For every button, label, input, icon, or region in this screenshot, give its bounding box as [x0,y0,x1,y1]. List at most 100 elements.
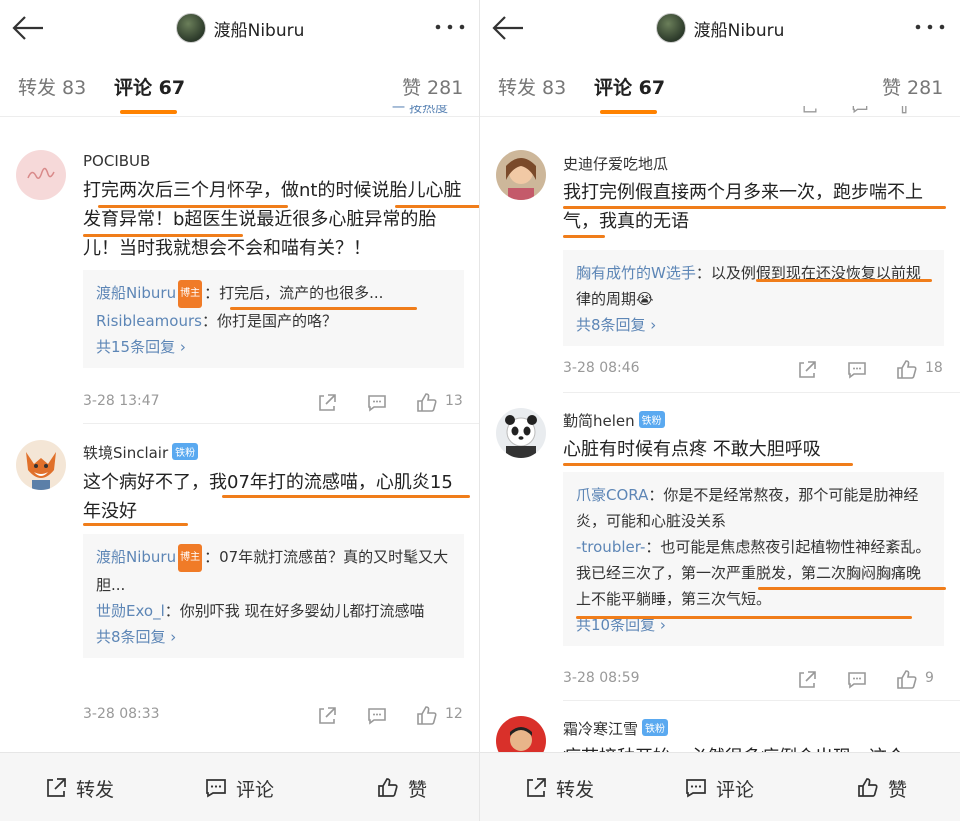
divider [563,392,960,393]
comment-username[interactable]: 史迪仔爱吃地瓜 [563,153,668,174]
reply-username[interactable]: 渡船Niburu [96,548,176,566]
repost-label: 转发 [556,778,595,801]
comment-icon[interactable] [365,391,389,415]
comment-username-text[interactable]: 轶境Sinclair [83,444,168,462]
tab-comments[interactable]: 评论 67 [594,73,665,100]
reply-username[interactable]: Risibleamours [96,312,202,330]
author-avatar[interactable] [655,13,686,43]
reply-box: 渡船Niburu 博主 ：07年就打流感苗？真的又时髦又大胆... 世勋Exo_l：… [83,534,464,658]
host-badge: 博主 [178,280,203,308]
reply-username[interactable]: 爪豪CORA [576,486,648,504]
avatar[interactable] [16,440,66,490]
author-avatar[interactable] [175,13,206,43]
like-count: 18 [925,360,943,376]
comment-time: 3-28 08:59 [563,670,640,686]
fan-badge: 铁粉 [638,411,665,428]
avatar[interactable] [16,150,66,200]
sort-toggle-partial[interactable]: 一 按热度 [392,105,448,117]
comment-label: 评论 [236,778,275,801]
tab-comments[interactable]: 评论 67 [114,73,185,100]
fan-badge: 铁粉 [172,443,199,460]
share-icon[interactable] [795,358,819,382]
share-icon [47,778,66,797]
like-count: 12 [445,706,463,722]
fan-badge: 铁粉 [642,719,669,736]
comment-username: 勤简helen 铁粉 [563,410,665,431]
panel-divider [479,0,480,821]
reply-box: 爪豪CORA：你是不是经常熬夜，那个可能是肋神经炎，可能和心脏没关系 -trou… [563,472,944,646]
avatar[interactable] [496,408,546,458]
comment-username[interactable]: POCIBUB [83,152,150,170]
repost-button[interactable]: 转发 [524,775,594,801]
more-dots-icon[interactable] [912,16,948,38]
reply-text: ：你打是国产的咯？ [201,312,337,330]
share-icon[interactable] [315,391,339,415]
reply-box: 胸有成竹的W选手：以及例假到现在还没恢复以前规律的周期😭 共8条回复 › [563,250,944,346]
like-icon[interactable] [895,358,919,382]
highlight-underline [98,205,288,208]
reply-text: ：你别吓我 现在好多婴幼儿都打流感喵 [164,602,425,620]
comment-icon[interactable] [845,668,869,692]
tab-repost[interactable]: 转发 83 [498,73,566,100]
reply-item: 胸有成竹的W选手：以及例假到现在还没恢复以前规律的周期😭 [576,260,932,312]
comment-time: 3-28 13:47 [83,393,160,409]
reply-item: -troubler-：也可能是焦虑熬夜引起植物性神经紊乱。我已经三次了，第一次严… [576,534,932,612]
like-icon[interactable] [415,704,439,728]
comment-username-text[interactable]: 勤简helen [563,412,635,430]
author-name[interactable]: 渡船Niburu [214,16,305,41]
comment-icon [206,779,226,798]
like-button[interactable]: 赞 [376,775,427,801]
more-dots-icon[interactable] [432,16,468,38]
tab-bar: 转发 83 评论 67 赞 281 一 按热度 [0,57,480,117]
comment-username: 霜冷寒江雪 铁粉 [563,718,669,739]
like-count: 9 [925,670,934,686]
more-replies-link[interactable]: 共15条回复 › [96,334,452,360]
tab-likes[interactable]: 赞 281 [402,73,463,100]
more-replies-link[interactable]: 共8条回复 › [96,624,452,650]
highlight-underline [756,279,932,282]
reply-username[interactable]: 渡船Niburu [96,284,176,302]
reply-box: 渡船Niburu 博主 ：打完后，流产的也很多... Risibleamours：你… [83,270,464,368]
share-icon[interactable] [315,704,339,728]
bottom-action-bar: 转发 评论 赞 [0,752,480,821]
comment-time: 3-28 08:33 [83,706,160,722]
highlight-underline [222,495,470,498]
highlight-underline [395,205,480,208]
comment-icon[interactable] [845,358,869,382]
like-icon [858,778,878,797]
comment-icon [686,779,706,798]
highlight-underline [576,616,912,619]
like-label: 赞 [888,778,908,801]
right-screenshot-panel: 史迪仔爱吃地瓜 我打完例假直接两个月多来一次，跑步喘不上气，我真的无语 胸有成竹… [480,0,960,821]
reply-item: 渡船Niburu 博主 ：打完后，流产的也很多... [96,280,452,308]
comment-button[interactable]: 评论 [684,775,754,801]
active-tab-indicator [120,110,177,114]
avatar[interactable] [496,150,546,200]
repost-button[interactable]: 转发 [44,775,114,801]
reply-username[interactable]: -troubler- [576,538,645,556]
like-count: 13 [445,393,463,409]
like-icon[interactable] [415,391,439,415]
reply-username[interactable]: 世勋Exo_l [96,602,165,620]
comment-text: 心脏有时候有点疼 不敢大胆呼吸 [563,439,821,460]
post-title: 渡船Niburu [480,12,960,44]
comment-text: 打完两次后三个月怀孕，做nt的时候说胎儿心脏发育异常！b超医生说最近很多心脏异常… [83,180,462,259]
reply-username[interactable]: 胸有成竹的W选手 [576,264,696,282]
top-bar: 渡船Niburu [480,0,960,57]
tab-repost[interactable]: 转发 83 [18,73,86,100]
bottom-action-bar: 转发 评论 赞 [480,752,960,821]
active-tab-indicator [600,110,657,114]
share-icon[interactable] [795,668,819,692]
comment-username-text[interactable]: 霜冷寒江雪 [563,720,638,738]
like-button[interactable]: 赞 [856,775,907,801]
tab-likes[interactable]: 赞 281 [882,73,943,100]
post-title: 渡船Niburu [0,12,480,44]
author-name[interactable]: 渡船Niburu [694,16,785,41]
more-replies-link[interactable]: 共8条回复 › [576,312,932,338]
comment-button[interactable]: 评论 [204,775,274,801]
comment-meta: 3-28 08:59 9 [563,668,948,692]
reply-text: ：打完后，流产的也很多... [204,284,384,302]
comment-icon[interactable] [365,704,389,728]
reply-item: Risibleamours：你打是国产的咯？ [96,308,452,334]
like-icon[interactable] [895,668,919,692]
